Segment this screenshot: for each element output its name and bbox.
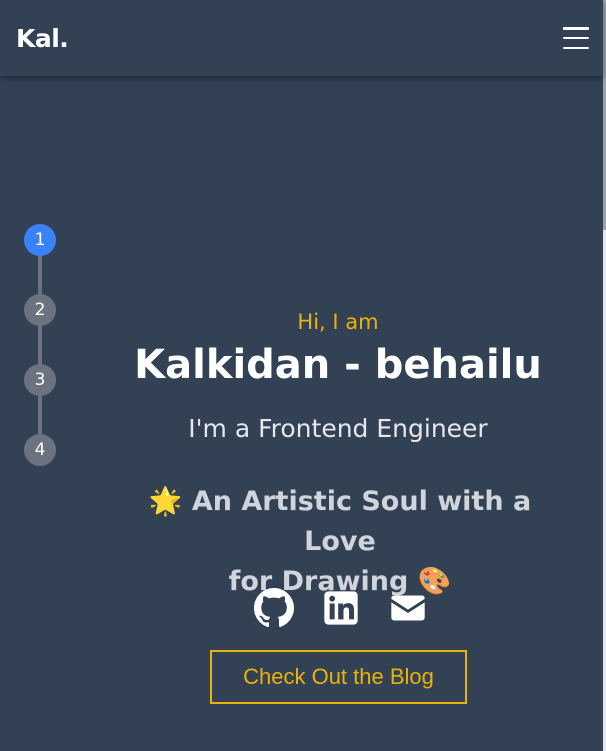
brand-logo[interactable]: Kal. — [16, 24, 69, 53]
step-3[interactable]: 3 — [24, 364, 56, 396]
navbar: Kal. — [0, 0, 603, 76]
github-icon[interactable] — [254, 588, 294, 628]
hero-tagline: 🌟 An Artistic Soul with a Love for Drawi… — [110, 482, 570, 602]
stepper-line — [38, 240, 42, 450]
email-icon[interactable] — [388, 588, 428, 628]
step-1[interactable]: 1 — [24, 224, 56, 256]
social-links — [254, 588, 428, 628]
greeting-text: Hi, I am — [297, 310, 379, 334]
step-2[interactable]: 2 — [24, 294, 56, 326]
hero-role: I'm a Frontend Engineer — [188, 414, 488, 443]
hamburger-menu-icon[interactable] — [563, 27, 589, 49]
section-stepper: 1 2 3 4 — [24, 224, 56, 466]
step-4[interactable]: 4 — [24, 434, 56, 466]
hero-name: Kalkidan - behailu — [134, 342, 542, 388]
linkedin-icon[interactable] — [321, 588, 361, 628]
check-blog-button[interactable]: Check Out the Blog — [210, 650, 467, 704]
tagline-line-1: 🌟 An Artistic Soul with a Love — [148, 486, 532, 557]
